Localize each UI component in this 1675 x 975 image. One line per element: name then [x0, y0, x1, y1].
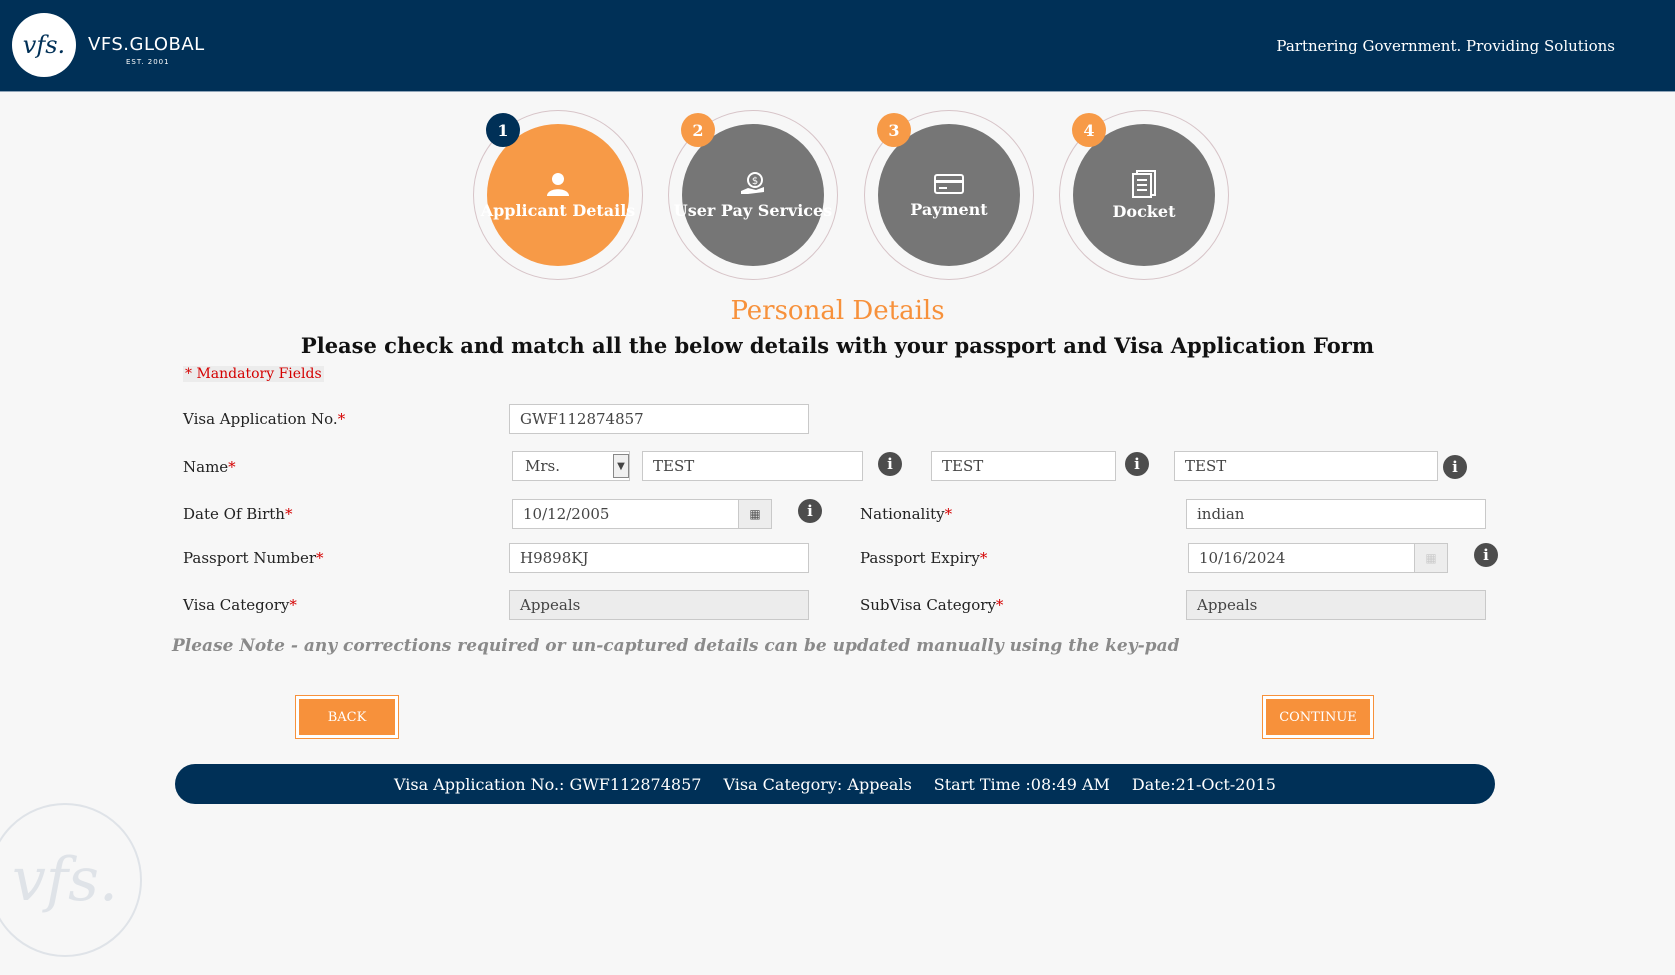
chevron-down-icon[interactable]: ▼: [613, 454, 629, 478]
step-payment[interactable]: Payment 3: [864, 110, 1034, 280]
nationality-label: Nationality*: [860, 505, 953, 523]
title-select[interactable]: Mrs. ▼: [512, 451, 630, 481]
step-label: Payment: [910, 199, 988, 219]
title-select-value: Mrs.: [525, 457, 560, 475]
summary-visa-category: Visa Category: Appeals: [723, 774, 912, 794]
visa-category-input: Appeals: [509, 590, 809, 620]
step-number: 1: [486, 113, 520, 147]
money-hand-icon: $: [741, 171, 764, 194]
vfs-watermark-logo: vfs.: [0, 803, 142, 957]
step-docket[interactable]: Docket 4: [1059, 110, 1229, 280]
info-icon[interactable]: i: [1125, 452, 1149, 476]
brand-name: VFS.GLOBAL: [88, 34, 205, 55]
passport-input[interactable]: H9898KJ: [509, 543, 809, 573]
calendar-icon[interactable]: ▦: [738, 500, 771, 528]
dob-label: Date Of Birth*: [183, 505, 293, 523]
nationality-input[interactable]: indian: [1186, 499, 1486, 529]
document-icon: [1132, 169, 1156, 198]
step-number: 4: [1072, 113, 1106, 147]
step-label: User Pay Services: [673, 200, 833, 220]
name-label: Name*: [183, 458, 236, 476]
info-icon[interactable]: i: [878, 452, 902, 476]
visa-app-no-input[interactable]: GWF112874857: [509, 404, 809, 434]
summary-start-time: Start Time :08:49 AM: [933, 774, 1110, 794]
visa-app-no-label: Visa Application No.*: [183, 410, 346, 428]
step-number: 2: [681, 113, 715, 147]
page-subtitle: Please check and match all the below det…: [300, 333, 1375, 358]
dob-value: 10/12/2005: [523, 505, 610, 523]
visa-category-label: Visa Category*: [183, 596, 297, 614]
vfs-logo: vfs.: [12, 13, 76, 77]
passport-expiry-label: Passport Expiry*: [860, 549, 988, 567]
last-name-input[interactable]: TEST: [1174, 451, 1438, 481]
continue-button-label: CONTINUE: [1266, 699, 1370, 735]
brand-est: EST. 2001: [126, 58, 170, 66]
passport-expiry-input[interactable]: 10/16/2024 ▦: [1188, 543, 1448, 573]
watermark-text: vfs.: [12, 845, 118, 915]
first-name-input[interactable]: TEST: [642, 451, 863, 481]
svg-text:$: $: [752, 176, 758, 187]
info-icon[interactable]: i: [798, 499, 822, 523]
step-label: Applicant Details: [480, 200, 636, 220]
credit-card-icon: [934, 173, 964, 194]
back-button-label: BACK: [299, 699, 395, 735]
summary-visa-app-no: Visa Application No.: GWF112874857: [394, 774, 702, 794]
top-header: vfs. VFS.GLOBAL EST. 2001 Partnering Gov…: [0, 0, 1675, 92]
person-icon: [547, 172, 569, 196]
summary-date: Date:21-Oct-2015: [1131, 774, 1276, 794]
subvisa-category-label: SubVisa Category*: [860, 596, 1004, 614]
logo-text: vfs.: [22, 31, 66, 59]
back-button[interactable]: BACK: [295, 695, 399, 739]
subvisa-category-input: Appeals: [1186, 590, 1486, 620]
mandatory-fields-note: * Mandatory Fields: [183, 366, 324, 382]
passport-label: Passport Number*: [183, 549, 324, 567]
header-tagline: Partnering Government. Providing Solutio…: [1276, 37, 1615, 55]
application-summary-bar: Visa Application No.: GWF112874857 Visa …: [175, 764, 1495, 804]
info-icon[interactable]: i: [1474, 543, 1498, 567]
step-number: 3: [877, 113, 911, 147]
calendar-icon[interactable]: ▦: [1414, 544, 1447, 572]
dob-input[interactable]: 10/12/2005 ▦: [512, 499, 772, 529]
step-label: Docket: [1112, 201, 1176, 221]
please-note-text: Please Note - any corrections required o…: [172, 636, 1180, 656]
step-applicant-details[interactable]: Applicant Details 1: [473, 110, 643, 280]
page-title: Personal Details: [730, 296, 945, 326]
info-icon[interactable]: i: [1443, 455, 1467, 479]
continue-button[interactable]: CONTINUE: [1262, 695, 1374, 739]
middle-name-input[interactable]: TEST: [931, 451, 1116, 481]
step-user-pay-services[interactable]: $ User Pay Services 2: [668, 110, 838, 280]
passport-expiry-value: 10/16/2024: [1199, 549, 1286, 567]
